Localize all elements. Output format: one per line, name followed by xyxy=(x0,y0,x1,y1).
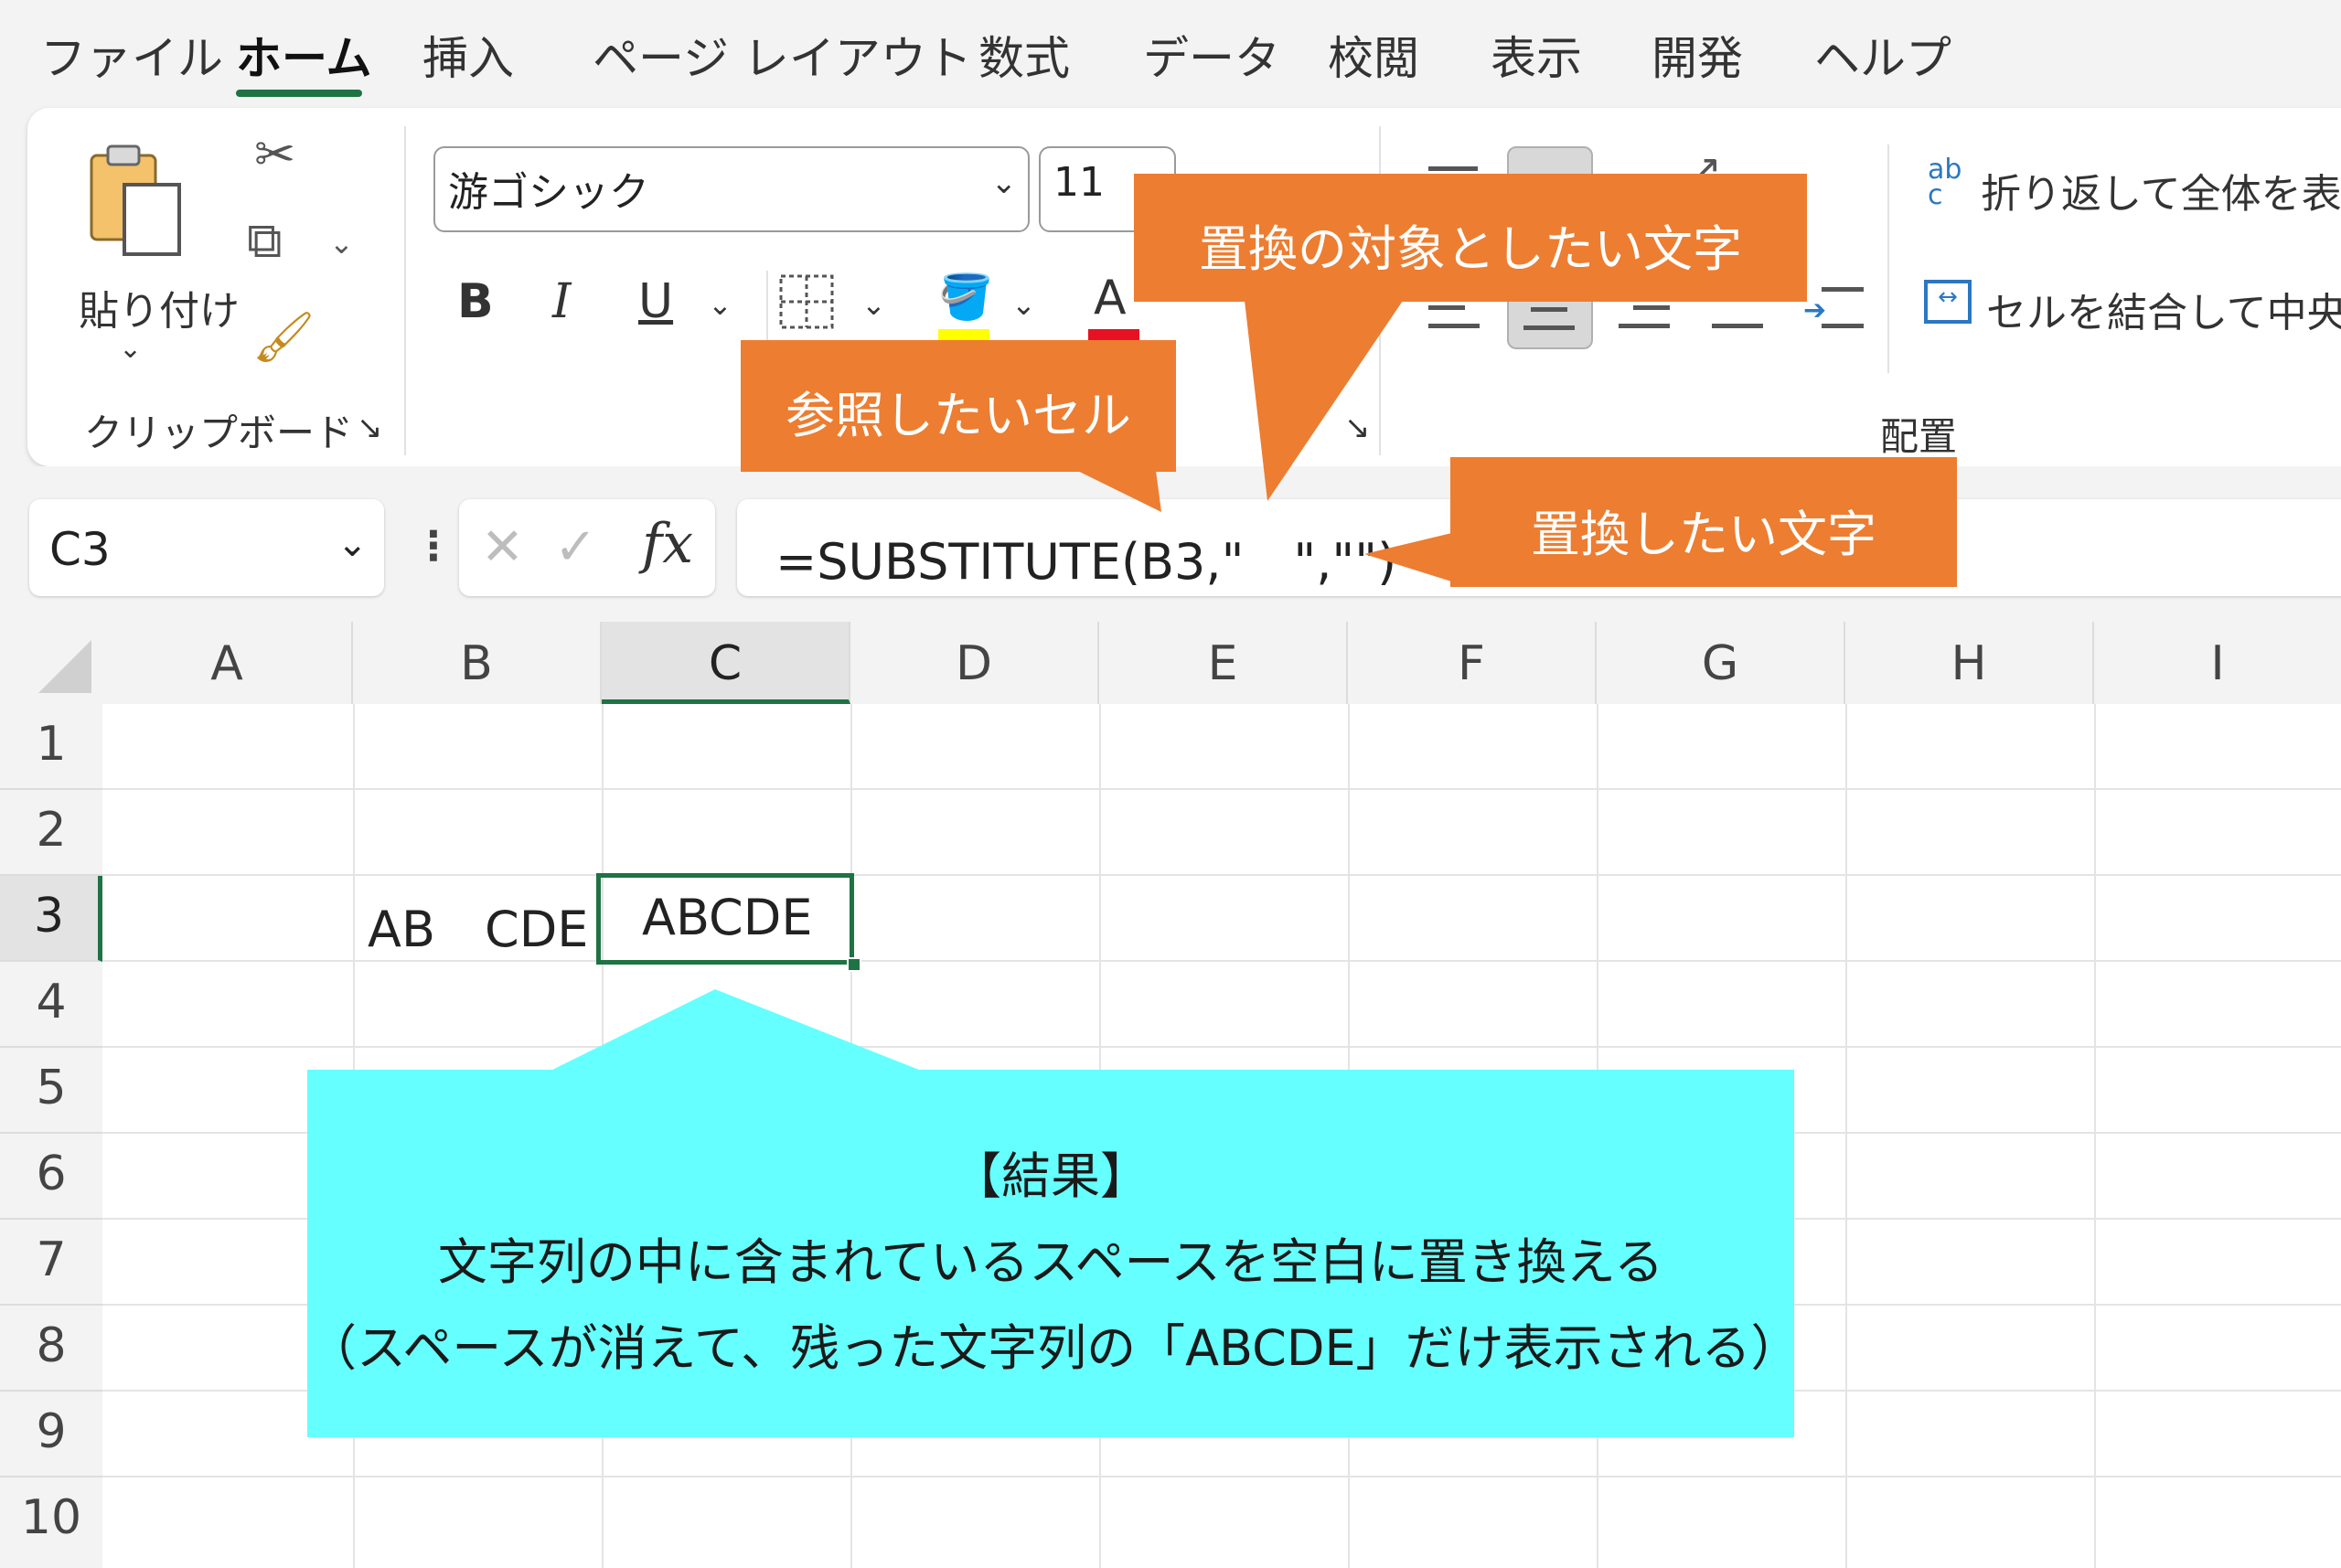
result-line-2: （スペースが消えて、残った文字列の「ABCDE」だけ表示される） xyxy=(307,1319,1801,1377)
callout-replacement-char: 置換したい文字 xyxy=(1450,457,1957,587)
callout-result: 【結果】 文字列の中に含まれているスペースを空白に置き換える （スペースが消えて… xyxy=(307,1070,1801,1437)
result-line-1: 文字列の中に含まれているスペースを空白に置き換える xyxy=(437,1233,1664,1291)
callout-target-char: 置換の対象としたい文字 xyxy=(1134,174,1807,302)
result-title: 【結果】 xyxy=(952,1147,1149,1205)
callout-reference-cell: 参照したいセル xyxy=(741,340,1176,472)
